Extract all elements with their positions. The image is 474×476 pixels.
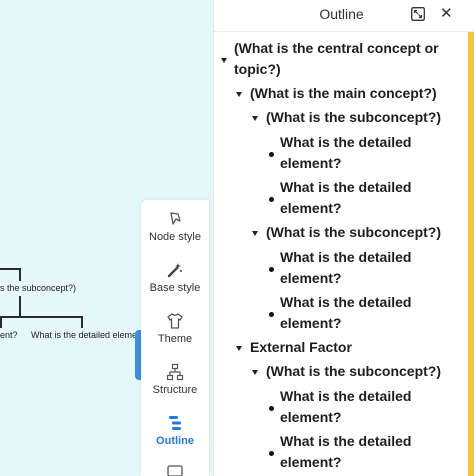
node-label: element?: [280, 409, 342, 425]
node-label: What is the detailed: [280, 388, 412, 404]
node-label: What is the detailed: [280, 179, 412, 195]
magic-wand-icon: [141, 261, 209, 279]
node-label: What is the detailed: [280, 134, 412, 150]
outline-icon: [141, 414, 209, 432]
node-label: What is the detailed: [280, 294, 412, 310]
toolbar-keyboard[interactable]: [141, 464, 209, 476]
bullet-icon: [269, 406, 274, 411]
toolbar-structure[interactable]: Structure: [141, 363, 209, 396]
connector-line: [0, 316, 2, 328]
connector-line: [19, 296, 21, 316]
collapse-caret-icon[interactable]: [236, 346, 242, 351]
node-label: (What is the central concept or: [234, 40, 439, 56]
bullet-icon: [269, 152, 274, 157]
panel-title: Outline: [319, 6, 364, 22]
toolbar-theme[interactable]: Theme: [141, 312, 209, 345]
collapse-caret-icon[interactable]: [252, 370, 258, 375]
connector-line: [19, 268, 21, 281]
mindmap-node-element[interactable]: ent?: [0, 330, 18, 340]
node-label: element?: [280, 155, 342, 171]
expand-icon[interactable]: [411, 7, 425, 21]
toolbar-label: Outline: [156, 435, 194, 447]
toolbar-outline[interactable]: Outline: [141, 414, 209, 447]
outline-node-element[interactable]: What is the detailed element?: [280, 177, 411, 219]
collapse-caret-icon[interactable]: [236, 92, 242, 97]
structure-icon: [141, 363, 209, 381]
toolbar-node-style[interactable]: Node style: [141, 210, 209, 243]
side-toolbar: Node style Base style Theme Structure Ou…: [141, 200, 209, 476]
close-icon[interactable]: ✕: [440, 6, 453, 21]
shirt-icon: [141, 312, 209, 330]
collapse-caret-icon[interactable]: [252, 231, 258, 236]
outline-node-element[interactable]: What is the detailed element?: [280, 132, 411, 174]
toolbar-label: Node style: [149, 231, 201, 243]
connector-line: [0, 316, 82, 318]
bullet-icon: [269, 312, 274, 317]
node-label: element?: [280, 454, 342, 470]
toolbar-label: Theme: [157, 333, 193, 345]
outline-node-external-factor[interactable]: External Factor: [250, 337, 352, 358]
keyboard-icon: [141, 464, 209, 476]
outline-node-subconcept[interactable]: (What is the subconcept?): [266, 222, 441, 243]
bullet-icon: [269, 197, 274, 202]
scrollbar[interactable]: [468, 32, 474, 476]
node-label: element?: [280, 200, 342, 216]
divider: [214, 31, 474, 32]
node-style-icon: [141, 210, 209, 228]
outline-node-element[interactable]: What is the detailed element?: [280, 386, 411, 428]
outline-panel: Outline ✕ (What is the central concept o…: [213, 0, 474, 476]
bullet-icon: [269, 451, 274, 456]
outline-node-main[interactable]: (What is the main concept?): [250, 83, 437, 104]
collapse-caret-icon[interactable]: [221, 58, 227, 63]
collapse-caret-icon[interactable]: [252, 116, 258, 121]
connector-line: [0, 268, 20, 270]
toolbar-label: Base style: [149, 282, 201, 294]
node-label: topic?): [234, 61, 281, 77]
outline-node-element[interactable]: What is the detailed element?: [280, 292, 411, 334]
toolbar-base-style[interactable]: Base style: [141, 261, 209, 294]
bullet-icon: [269, 267, 274, 272]
node-label: What is the detailed: [280, 433, 412, 449]
outline-node-element[interactable]: What is the detailed element?: [280, 247, 411, 289]
outline-node-subconcept[interactable]: (What is the subconcept?): [266, 361, 441, 382]
outline-node-subconcept[interactable]: (What is the subconcept?): [266, 107, 441, 128]
outline-node-element[interactable]: What is the detailed element?: [280, 431, 411, 473]
outline-node-root[interactable]: (What is the central concept or topic?): [234, 38, 439, 80]
mindmap-node-subconcept[interactable]: s the subconcept?): [0, 283, 76, 293]
connector-line: [81, 316, 83, 328]
mindmap-node-element[interactable]: What is the detailed eleme: [31, 330, 137, 340]
toolbar-label: Structure: [152, 384, 198, 396]
node-label: element?: [280, 315, 342, 331]
node-label: What is the detailed: [280, 249, 412, 265]
node-label: element?: [280, 270, 342, 286]
